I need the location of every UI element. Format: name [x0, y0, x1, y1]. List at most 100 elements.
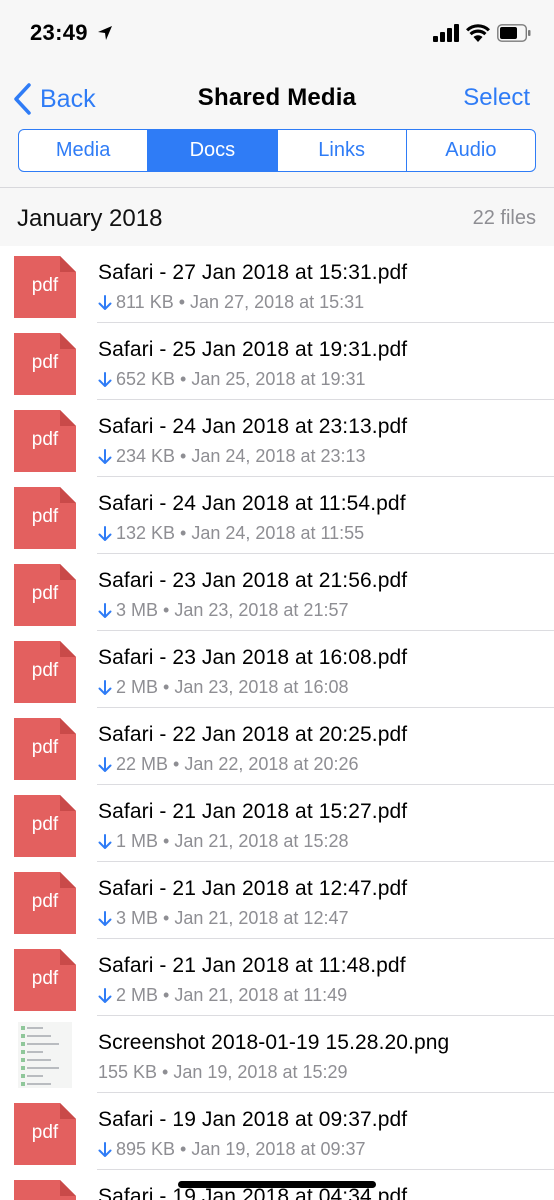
file-date: Jan 24, 2018 at 23:13: [191, 446, 366, 466]
file-meta: 895 KB • Jan 19, 2018 at 09:37: [98, 1139, 366, 1160]
file-meta: 22 MB • Jan 22, 2018 at 20:26: [98, 754, 359, 775]
pdf-file-icon: pdf: [14, 718, 76, 780]
wifi-icon: [466, 24, 490, 42]
file-date: Jan 21, 2018 at 15:28: [174, 831, 349, 851]
tab-links[interactable]: Links: [278, 130, 407, 171]
pdf-file-icon: pdf: [14, 795, 76, 857]
download-arrow-icon[interactable]: [98, 602, 112, 619]
file-row[interactable]: pdf Safari - 23 Jan 2018 at 21:56.pdf 3 MB…: [0, 554, 554, 631]
file-row[interactable]: pdf Safari - 24 Jan 2018 at 23:13.pdf 234 …: [0, 400, 554, 477]
separator-dot: •: [158, 985, 175, 1005]
file-row[interactable]: pdf Safari - 19 Jan 2018 at 09:37.pdf 895 …: [0, 1093, 554, 1170]
separator-dot: •: [168, 754, 185, 774]
separator-dot: •: [158, 677, 175, 697]
download-arrow-icon[interactable]: [98, 756, 112, 773]
file-row[interactable]: pdf Safari - 21 Jan 2018 at 12:47.pdf 3 MB…: [0, 862, 554, 939]
file-meta: 1 MB • Jan 21, 2018 at 15:28: [98, 831, 348, 852]
pdf-icon-label: pdf: [31, 891, 59, 912]
file-meta: 652 KB • Jan 25, 2018 at 19:31: [98, 369, 366, 390]
file-size: 2 MB: [116, 985, 159, 1005]
download-arrow-icon[interactable]: [98, 679, 112, 696]
file-meta: 811 KB • Jan 27, 2018 at 15:31: [98, 292, 364, 313]
cellular-signal-icon: [433, 24, 459, 42]
pdf-icon-label: pdf: [31, 429, 59, 450]
separator-dot: •: [158, 831, 175, 851]
file-name: Safari - 19 Jan 2018 at 09:37.pdf: [98, 1108, 408, 1131]
pdf-file-icon: pdf: [14, 641, 76, 703]
tab-docs[interactable]: Docs: [148, 130, 278, 171]
download-arrow-icon[interactable]: [98, 448, 112, 465]
file-row[interactable]: pdf Safari - 22 Jan 2018 at 20:25.pdf 22 M…: [0, 708, 554, 785]
download-arrow-icon[interactable]: [98, 1141, 112, 1158]
file-meta: 3 MB • Jan 23, 2018 at 21:57: [98, 600, 348, 621]
pdf-file-icon: pdf: [14, 564, 76, 626]
file-date: Jan 21, 2018 at 11:49: [174, 985, 348, 1005]
file-name: Safari - 23 Jan 2018 at 16:08.pdf: [98, 646, 408, 669]
separator-dot: •: [175, 1139, 192, 1159]
navigation-bar: Back Shared Media Select Media Docs Link…: [0, 70, 554, 188]
file-meta: 2 MB • Jan 21, 2018 at 11:49: [98, 985, 347, 1006]
file-name: Screenshot 2018-01-19 15.28.20.png: [98, 1031, 450, 1054]
pdf-file-icon: pdf: [14, 1180, 76, 1200]
file-size: 2 MB: [116, 677, 159, 697]
file-name: Safari - 21 Jan 2018 at 11:48.pdf: [98, 954, 406, 977]
file-name: Safari - 24 Jan 2018 at 11:54.pdf: [98, 492, 406, 515]
file-row[interactable]: pdf Safari - 24 Jan 2018 at 11:54.pdf 132 …: [0, 477, 554, 554]
separator-dot: •: [175, 523, 192, 543]
file-row[interactable]: pdf Safari - 21 Jan 2018 at 11:48.pdf 2 MB…: [0, 939, 554, 1016]
file-list: pdf Safari - 27 Jan 2018 at 15:31.pdf 811 …: [0, 246, 554, 1200]
download-arrow-icon[interactable]: [98, 294, 112, 311]
file-name: Safari - 23 Jan 2018 at 21:56.pdf: [98, 569, 408, 592]
download-arrow-icon[interactable]: [98, 987, 112, 1004]
file-meta: 2 MB • Jan 23, 2018 at 16:08: [98, 677, 348, 698]
pdf-file-icon: pdf: [14, 410, 76, 472]
file-row[interactable]: pdf Safari - 23 Jan 2018 at 16:08.pdf 2 MB…: [0, 631, 554, 708]
file-size: 1 MB: [116, 831, 159, 851]
file-size: 22 MB: [116, 754, 169, 774]
file-meta: 132 KB • Jan 24, 2018 at 11:55: [98, 523, 364, 544]
file-size: 132 KB: [116, 523, 176, 543]
section-title: January 2018: [17, 205, 163, 232]
separator-dot: •: [173, 292, 191, 312]
pdf-file-icon: pdf: [14, 872, 76, 934]
separator-dot: •: [158, 600, 175, 620]
section-header: January 2018 22 files: [0, 188, 554, 246]
download-arrow-icon[interactable]: [98, 525, 112, 542]
tab-audio[interactable]: Audio: [407, 130, 535, 171]
select-button[interactable]: Select: [463, 84, 530, 112]
download-arrow-icon[interactable]: [98, 910, 112, 927]
file-name: Safari - 22 Jan 2018 at 20:25.pdf: [98, 723, 408, 746]
file-date: Jan 19, 2018 at 09:37: [191, 1139, 366, 1159]
file-size: 3 MB: [116, 600, 159, 620]
tab-media[interactable]: Media: [19, 130, 149, 171]
file-date: Jan 27, 2018 at 15:31: [190, 292, 365, 312]
file-row[interactable]: Screenshot 2018-01-19 15.28.20.png 155 KB…: [0, 1016, 554, 1093]
file-row[interactable]: pdf Safari - 27 Jan 2018 at 15:31.pdf 811 …: [0, 246, 554, 323]
file-date: Jan 23, 2018 at 21:57: [174, 600, 349, 620]
file-date: Jan 21, 2018 at 12:47: [174, 908, 349, 928]
image-thumbnail-icon: [18, 1022, 72, 1088]
separator-dot: •: [158, 908, 175, 928]
media-type-segmented-control: Media Docs Links Audio: [18, 129, 536, 172]
file-size: 895 KB: [116, 1139, 176, 1159]
pdf-icon-label: pdf: [31, 352, 59, 373]
battery-icon: [497, 24, 531, 42]
file-row[interactable]: pdf Safari - 25 Jan 2018 at 19:31.pdf 652 …: [0, 323, 554, 400]
file-size: 155 KB: [98, 1062, 158, 1082]
separator-dot: •: [175, 369, 192, 389]
pdf-icon-label: pdf: [31, 814, 59, 835]
download-arrow-icon[interactable]: [98, 833, 112, 850]
pdf-file-icon: pdf: [14, 1103, 76, 1165]
status-time: 23:49: [30, 20, 88, 45]
file-row[interactable]: pdf Safari - 21 Jan 2018 at 15:27.pdf 1 MB…: [0, 785, 554, 862]
file-meta: 234 KB • Jan 24, 2018 at 23:13: [98, 446, 366, 467]
pdf-icon-label: pdf: [31, 660, 59, 681]
file-date: Jan 22, 2018 at 20:26: [184, 754, 359, 774]
download-arrow-icon[interactable]: [98, 371, 112, 388]
file-size: 3 MB: [116, 908, 159, 928]
file-size: 652 KB: [116, 369, 176, 389]
file-size: 234 KB: [116, 446, 176, 466]
home-indicator[interactable]: [178, 1181, 376, 1188]
file-name: Safari - 24 Jan 2018 at 23:13.pdf: [98, 415, 408, 438]
pdf-icon-label: pdf: [31, 1122, 59, 1143]
